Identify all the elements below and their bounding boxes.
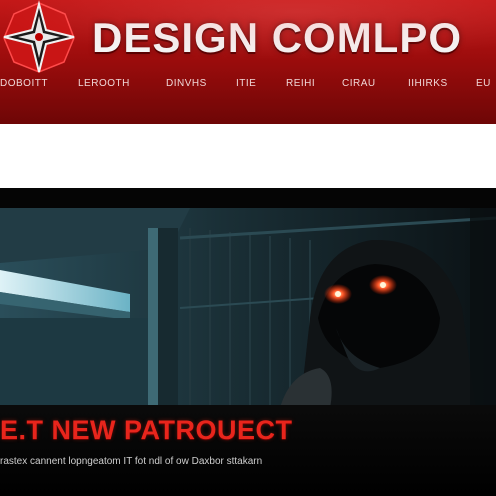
nav-item-6[interactable]: CIRAU	[342, 78, 376, 89]
site-header: DESIGN COMLPO DOBOITT LEROOTH DINVHS ITI…	[0, 0, 496, 124]
nav-item-7[interactable]: IIHIRKS	[408, 78, 448, 89]
star-logo-icon[interactable]	[2, 0, 76, 74]
promo-section: E.T NEW PATROUECT rastex cannent lopngea…	[0, 409, 496, 496]
hero-banner[interactable]	[0, 208, 496, 408]
nav-item-1[interactable]: DOBOITT	[0, 78, 48, 89]
nav-item-2[interactable]: LEROOTH	[78, 78, 130, 89]
promo-title[interactable]: E.T NEW PATROUECT	[0, 415, 293, 446]
nav-item-4[interactable]: ITIE	[236, 78, 256, 89]
divider-band	[0, 188, 496, 208]
brand-title: DESIGN COMLPO	[92, 14, 463, 61]
nav-item-3[interactable]: DINVHS	[166, 78, 207, 89]
promo-description: rastex cannent lopngeatom IT fot ndl of …	[0, 456, 263, 467]
hero-image	[0, 208, 496, 408]
nav-item-8[interactable]: EU	[476, 78, 491, 89]
spacer-band	[0, 124, 496, 188]
main-nav: DOBOITT LEROOTH DINVHS ITIE REIHI CIRAU …	[0, 78, 496, 98]
nav-item-5[interactable]: REIHI	[286, 78, 315, 89]
